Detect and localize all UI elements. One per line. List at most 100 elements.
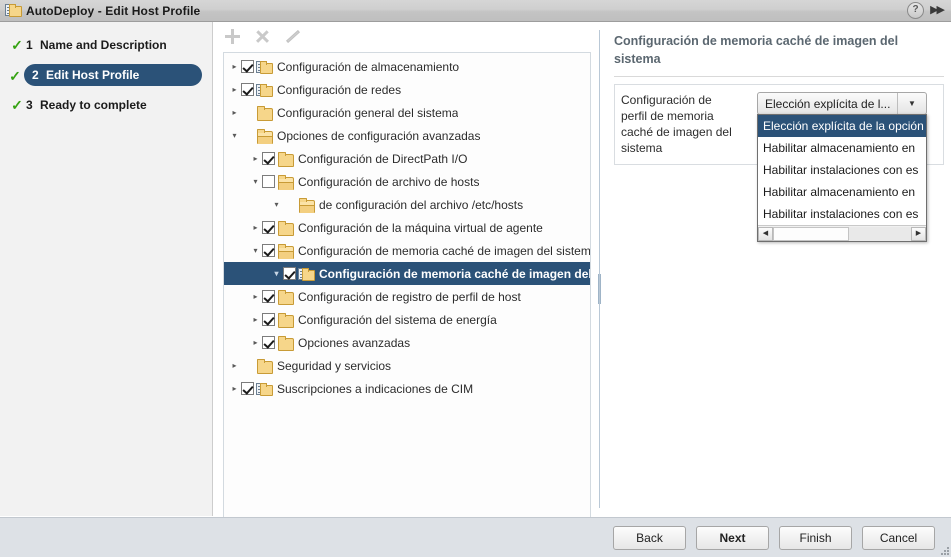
tree-row-checkbox[interactable] — [262, 290, 275, 303]
edit-host-profile-dialog: AutoDeploy - Edit Host Profile ? ▶▶ ✓ 1 … — [0, 0, 951, 557]
chevron-down-icon[interactable]: ▾ — [249, 177, 262, 187]
tree-row-label: Suscripciones a indicaciones de CIM — [277, 381, 474, 396]
check-icon: ✓ — [11, 37, 23, 53]
dialog-footer: Back Next Finish Cancel — [0, 517, 951, 557]
tree-row[interactable]: ▸ Configuración de almacenamiento — [224, 55, 590, 78]
dropdown-option[interactable]: Habilitar instalaciones con es — [758, 203, 926, 225]
chevron-down-icon[interactable]: ▾ — [270, 269, 283, 279]
folder-closed-icon — [277, 220, 294, 236]
dropdown-option[interactable]: Habilitar instalaciones con es — [758, 159, 926, 181]
tree-row[interactable]: ▾ Configuración de memoria caché de image… — [224, 239, 590, 262]
chevron-right-icon[interactable]: ▸ — [228, 108, 241, 118]
tree-row-checkbox[interactable] — [241, 382, 254, 395]
host-profile-icon — [5, 3, 22, 19]
dropdown-option[interactable]: Habilitar almacenamiento en — [758, 181, 926, 203]
back-button[interactable]: Back — [613, 526, 686, 550]
host-profile-icon — [298, 267, 315, 281]
chevron-right-icon[interactable]: ▸ — [228, 384, 241, 394]
step-number: 1 — [26, 38, 33, 52]
folder-closed-icon — [256, 358, 273, 374]
tree-row[interactable]: ▸ Configuración de DirectPath I/O — [224, 147, 590, 170]
tree-row-checkbox[interactable] — [262, 152, 275, 165]
step-label: Ready to complete — [40, 98, 147, 112]
tree-row-checkbox[interactable] — [283, 267, 296, 280]
edit-pencil-icon[interactable] — [284, 28, 300, 44]
step-number: 2 — [32, 68, 39, 82]
tree-row-label: Configuración de archivo de hosts — [298, 174, 480, 189]
folder-open-icon — [256, 128, 273, 144]
remove-icon[interactable] — [254, 28, 270, 44]
folder-open-icon — [277, 174, 294, 190]
tree-row-checkbox[interactable] — [262, 175, 275, 188]
tree-row[interactable]: ▾ Configuración de memoria caché de image… — [224, 262, 590, 285]
tree-row-checkbox[interactable] — [262, 244, 275, 257]
chevron-right-icon[interactable]: ▸ — [249, 338, 262, 348]
tree-row[interactable]: ▸ Suscripciones a indicaciones de CIM — [224, 377, 590, 400]
chevron-right-icon[interactable]: ▸ — [249, 223, 262, 233]
cache-profile-select[interactable]: Elección explícita de l... ▼ — [757, 92, 927, 115]
tree-row-label: Seguridad y servicios — [277, 358, 392, 373]
field-label: Configuración de perfil de memoria caché… — [621, 93, 732, 155]
scroll-left-icon[interactable]: ◀ — [758, 226, 773, 241]
resize-grip-icon[interactable] — [939, 545, 949, 555]
tree-row[interactable]: ▸ Configuración general del sistema — [224, 101, 590, 124]
chevron-down-icon[interactable]: ▼ — [898, 99, 926, 108]
panel-splitter[interactable] — [598, 22, 602, 516]
folder-closed-icon — [277, 151, 294, 167]
tree-row-label: Configuración de memoria caché de imagen… — [319, 266, 590, 281]
chevron-down-icon[interactable]: ▾ — [249, 246, 262, 256]
scrollbar-track[interactable] — [773, 226, 911, 241]
scroll-right-icon[interactable]: ▶ — [911, 226, 926, 241]
next-button[interactable]: Next — [696, 526, 769, 550]
cancel-button[interactable]: Cancel — [862, 526, 935, 550]
window-titlebar: AutoDeploy - Edit Host Profile ? ▶▶ — [0, 0, 951, 22]
tree-row-checkbox[interactable] — [241, 83, 254, 96]
chevron-right-icon[interactable]: ▸ — [228, 85, 241, 95]
profile-tree-panel: ▸ Configuración de almacenamiento ▸ Configu… — [214, 22, 598, 524]
wizard-steps-sidebar: ✓ 1 Name and Description ✓ 2 Edit Host P… — [0, 22, 213, 516]
window-title: AutoDeploy - Edit Host Profile — [26, 3, 201, 18]
chevron-right-icon[interactable]: ▸ — [228, 361, 241, 371]
chevron-down-icon[interactable]: ▾ — [228, 131, 241, 141]
folder-open-icon — [277, 243, 294, 259]
tree-row[interactable]: ▾ de configuración del archivo /etc/hosts — [224, 193, 590, 216]
tree-row-checkbox[interactable] — [262, 313, 275, 326]
host-profile-tree[interactable]: ▸ Configuración de almacenamiento ▸ Configu… — [223, 52, 591, 524]
sidebar-item-edit-host-profile[interactable]: 2 Edit Host Profile — [24, 64, 202, 86]
chevron-right-icon[interactable]: ▸ — [228, 62, 241, 72]
chevron-right-icon[interactable]: ▸ — [249, 154, 262, 164]
dropdown-option[interactable]: Habilitar almacenamiento en — [758, 137, 926, 159]
tree-row-checkbox[interactable] — [262, 221, 275, 234]
sidebar-item-ready-to-complete[interactable]: ✓ 3 Ready to complete — [6, 94, 204, 116]
scrollbar-thumb[interactable] — [773, 226, 849, 241]
tree-row[interactable]: ▸ Configuración de redes — [224, 78, 590, 101]
chevron-down-icon[interactable]: ▾ — [270, 200, 283, 210]
chevron-right-icon[interactable]: ▸ — [249, 315, 262, 325]
tree-row-checkbox[interactable] — [262, 336, 275, 349]
tree-row[interactable]: ▸ Seguridad y servicios — [224, 354, 590, 377]
tree-toolbar — [214, 22, 598, 50]
chevron-double-right-icon[interactable]: ▶▶ — [930, 4, 947, 17]
tree-row-label: Opciones de configuración avanzadas — [277, 128, 481, 143]
tree-row-label: Configuración de la máquina virtual de a… — [298, 220, 543, 235]
step-label: Edit Host Profile — [46, 68, 140, 82]
dropdown-horizontal-scrollbar[interactable]: ◀ ▶ — [758, 225, 926, 241]
tree-row-label: Configuración de DirectPath I/O — [298, 151, 468, 166]
add-icon[interactable] — [224, 28, 240, 44]
detail-panel: Configuración de memoria caché de imagen… — [604, 22, 951, 516]
dropdown-option[interactable]: Elección explícita de la opción — [758, 115, 926, 137]
tree-row[interactable]: ▾ Opciones de configuración avanzadas — [224, 124, 590, 147]
help-icon[interactable]: ? — [907, 2, 925, 19]
tree-row-checkbox[interactable] — [241, 60, 254, 73]
finish-button[interactable]: Finish — [779, 526, 852, 550]
chevron-right-icon[interactable]: ▸ — [249, 292, 262, 302]
tree-row[interactable]: ▸ Opciones avanzadas — [224, 331, 590, 354]
sidebar-item-name-and-description[interactable]: ✓ 1 Name and Description — [6, 34, 204, 56]
tree-row[interactable]: ▾ Configuración de archivo de hosts — [224, 170, 590, 193]
tree-row[interactable]: ▸ Configuración de la máquina virtual de … — [224, 216, 590, 239]
tree-row-label: Configuración de almacenamiento — [277, 59, 460, 74]
tree-row[interactable]: ▸ Configuración del sistema de energía — [224, 308, 590, 331]
tree-row[interactable]: ▸ Configuración de registro de perfil de … — [224, 285, 590, 308]
folder-closed-icon — [277, 335, 294, 351]
cache-profile-dropdown[interactable]: Elección explícita de la opción Habilitar… — [757, 114, 927, 242]
